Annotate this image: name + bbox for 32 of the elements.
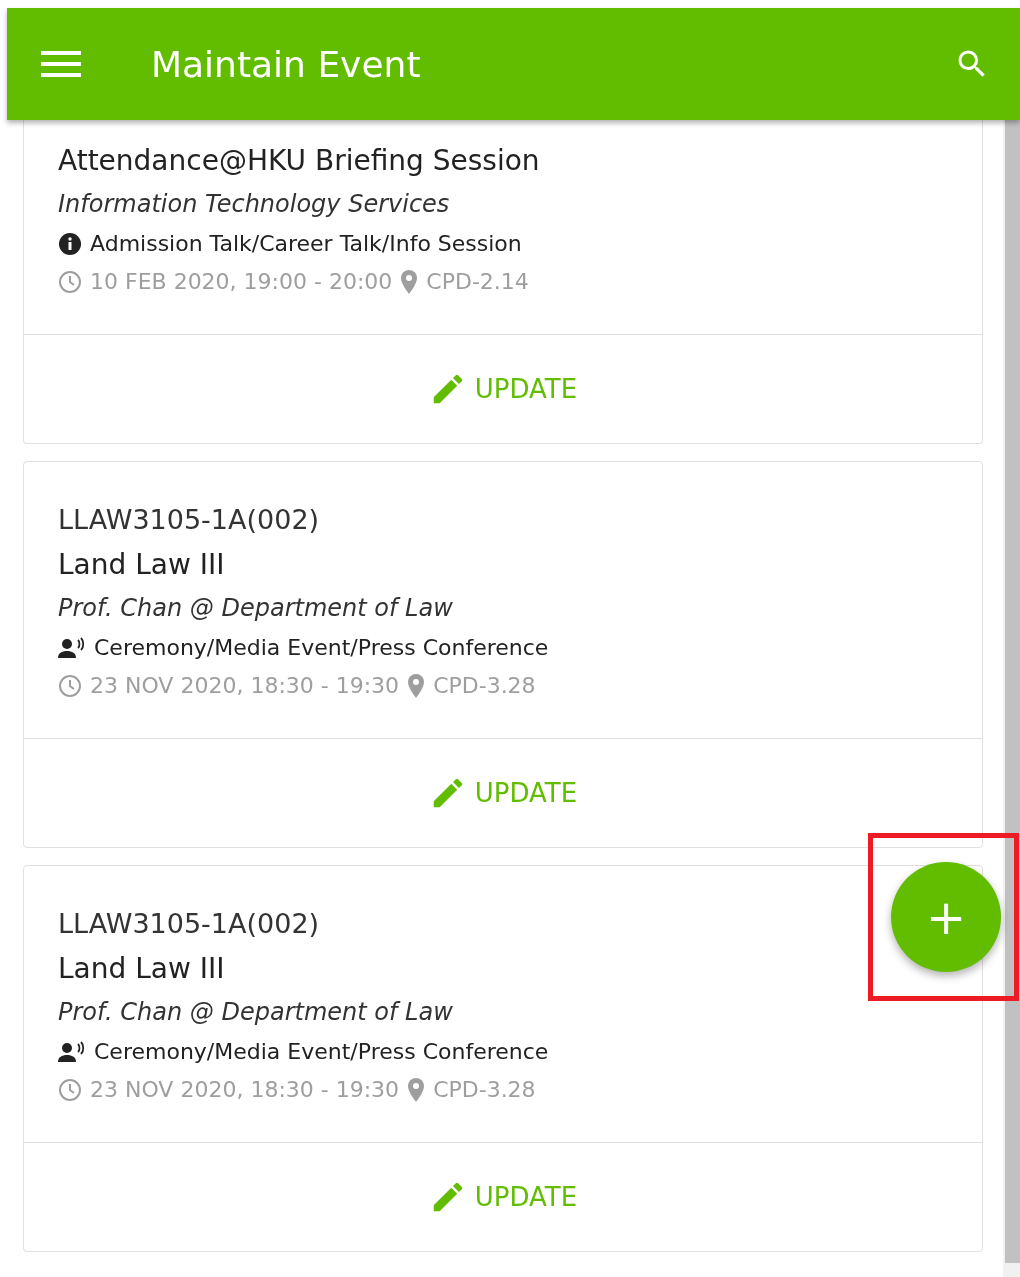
event-title: Attendance@HKU Briefing Session	[58, 144, 540, 177]
event-category: Admission Talk/Career Talk/Info Session	[90, 231, 522, 256]
menu-icon[interactable]	[41, 50, 81, 78]
scrollbar[interactable]	[1003, 120, 1020, 1277]
event-organizer: Prof. Chan @ Department of Law	[58, 594, 453, 622]
event-venue: CPD-2.14	[426, 269, 529, 294]
event-title: Land Law III	[58, 952, 225, 985]
update-button[interactable]: UPDATE	[424, 770, 582, 816]
location-pin-icon	[407, 1077, 426, 1102]
event-datetime: 10 FEB 2020, 19:00 - 20:00	[90, 269, 393, 294]
speaker-icon	[58, 636, 86, 659]
clock-icon	[58, 1077, 82, 1102]
update-button[interactable]: UPDATE	[424, 1174, 582, 1220]
location-pin-icon	[400, 269, 419, 294]
event-code: LLAW3105-1A(002)	[58, 504, 320, 535]
event-organizer: Information Technology Services	[58, 190, 450, 218]
clock-icon	[58, 269, 82, 294]
event-category: Ceremony/Media Event/Press Conference	[94, 635, 549, 660]
event-venue: CPD-3.28	[433, 1077, 536, 1102]
event-datetime: 23 NOV 2020, 18:30 - 19:30	[90, 1077, 400, 1102]
speaker-icon	[58, 1040, 86, 1063]
info-icon	[58, 231, 82, 256]
event-datetime: 23 NOV 2020, 18:30 - 19:30	[90, 673, 400, 698]
clock-icon	[58, 673, 82, 698]
event-venue: CPD-3.28	[433, 673, 536, 698]
page-title: Maintain Event	[151, 43, 422, 85]
event-title: Land Law III	[58, 548, 225, 581]
event-organizer: Prof. Chan @ Department of Law	[58, 998, 453, 1026]
event-category: Ceremony/Media Event/Press Conference	[94, 1039, 549, 1064]
location-pin-icon	[407, 673, 426, 698]
update-button[interactable]: UPDATE	[424, 366, 582, 412]
event-code: LLAW3105-1A(002)	[58, 908, 320, 939]
